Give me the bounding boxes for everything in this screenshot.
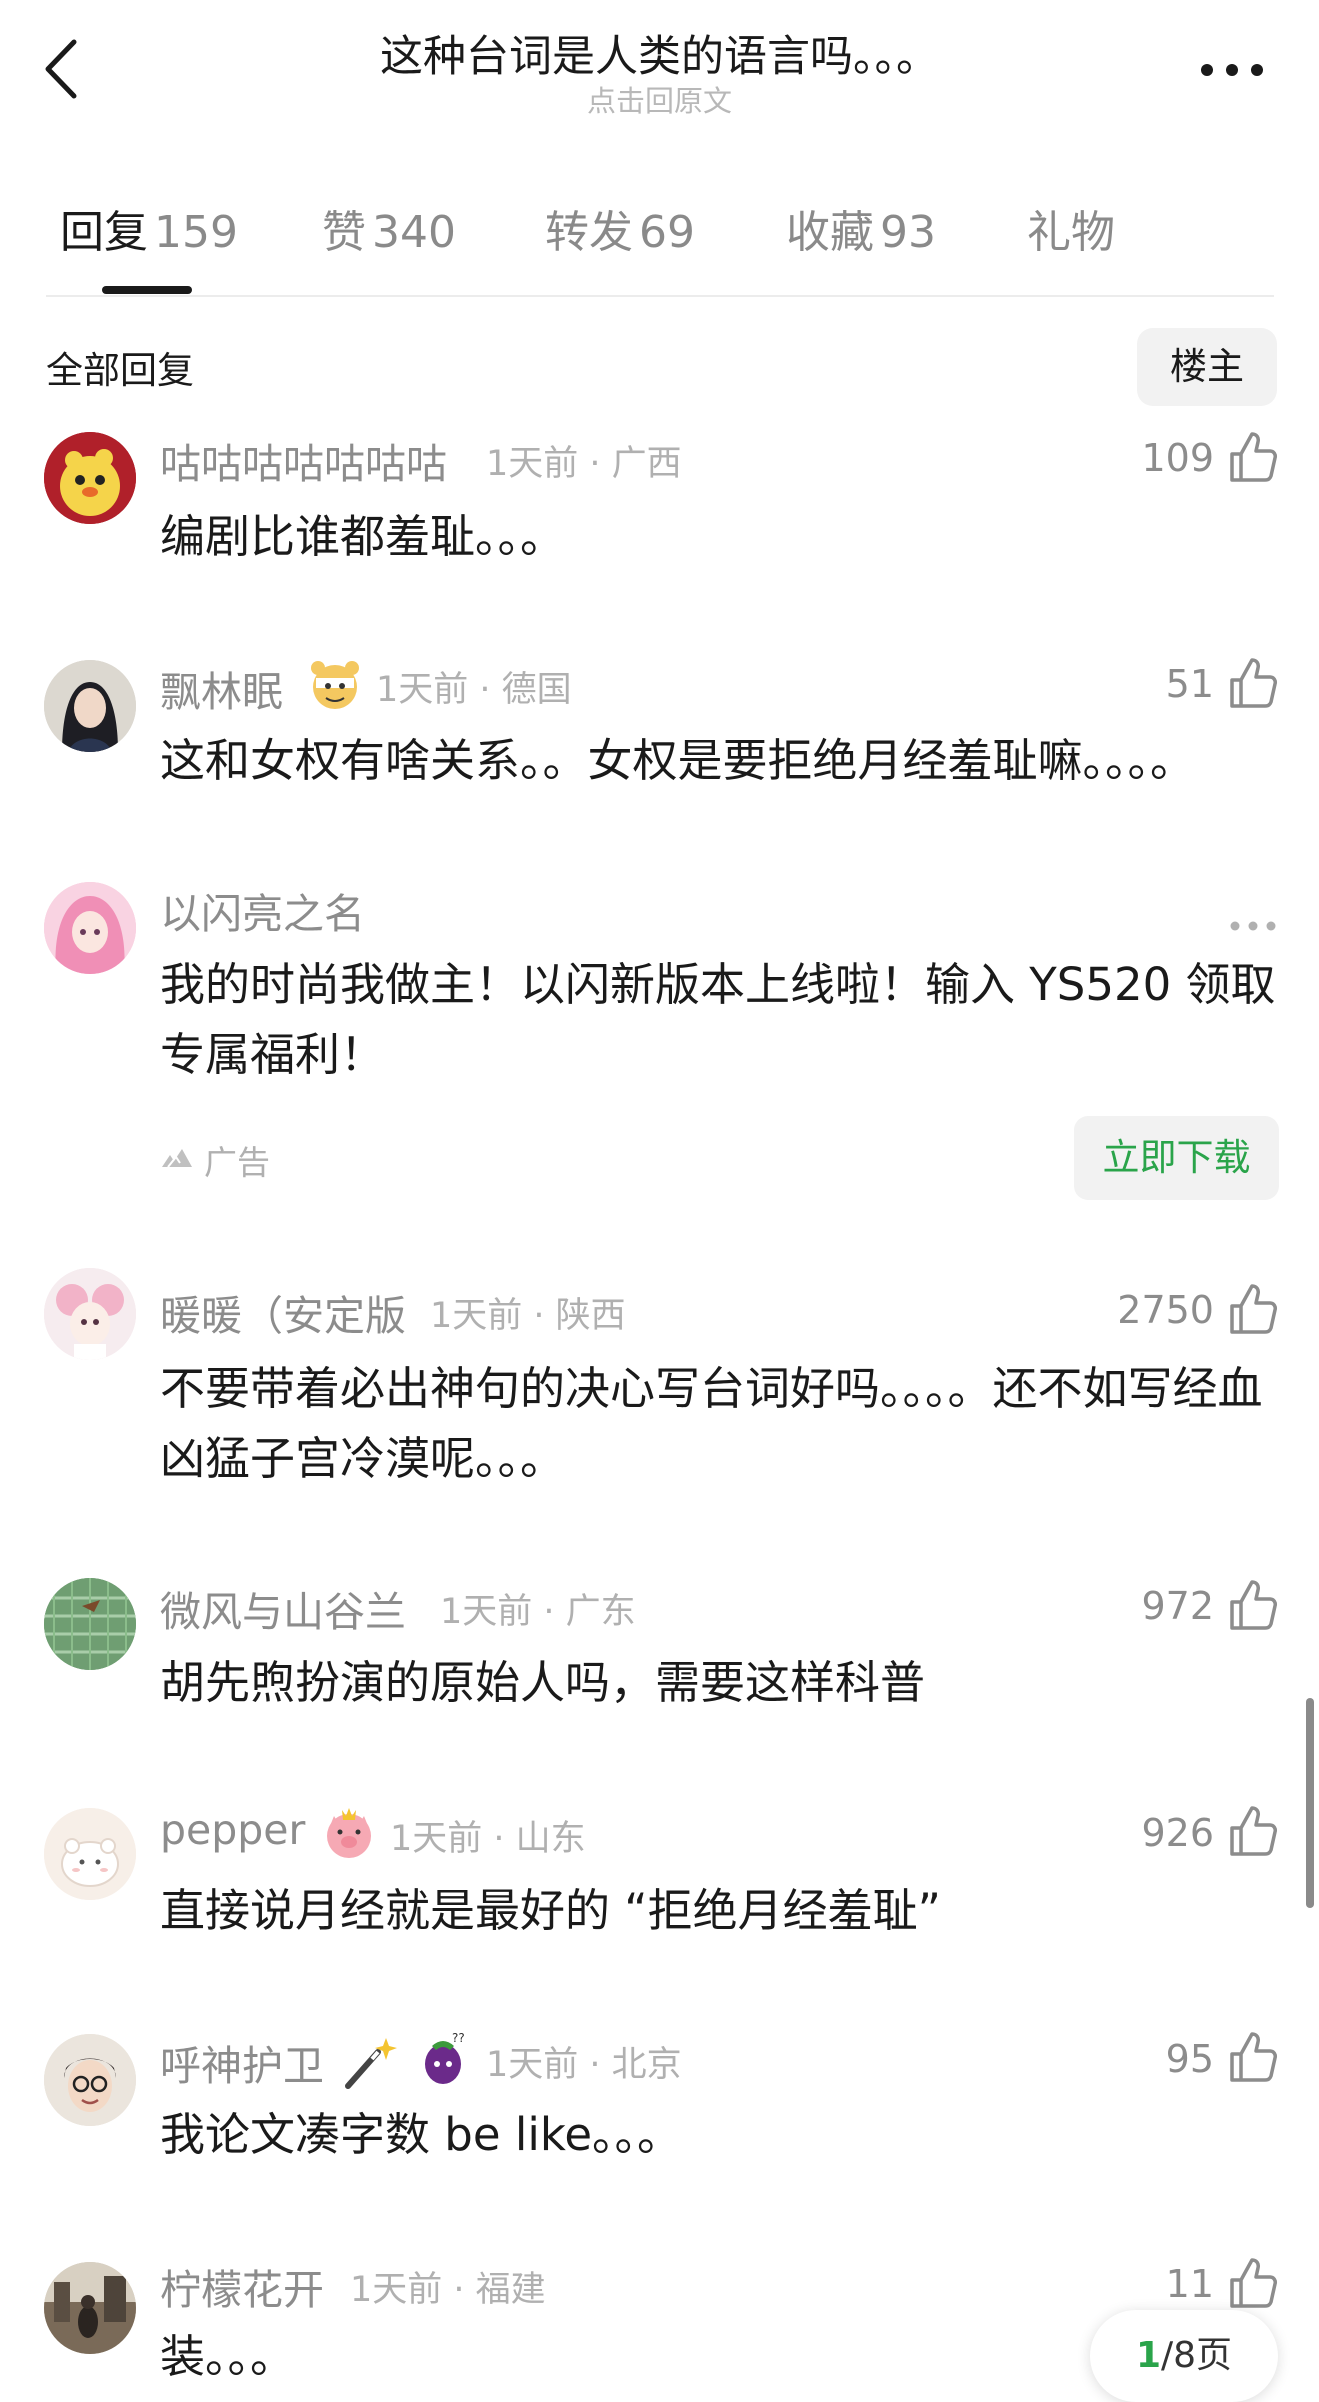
comment-text: 胡先煦扮演的原始人吗，需要这样科普 (160, 1656, 926, 1709)
current-page: 1 (1135, 2335, 1161, 2376)
thumbs-up-icon[interactable] (1228, 656, 1278, 710)
tab-count: 340 (372, 207, 456, 258)
comment-time-location: 1天前 · 福建 (350, 2270, 546, 2310)
tiger-badge-icon (306, 656, 364, 714)
thumbs-up-icon[interactable] (1228, 1804, 1278, 1858)
more-options-icon[interactable] (1198, 60, 1266, 80)
avatar[interactable] (44, 1578, 136, 1670)
comment-text: 编剧比谁都羞耻。。。 (160, 510, 566, 563)
comment-username[interactable]: 暖暖（安定版 (160, 1282, 406, 1342)
comment-text: 我论文凑字数 be like。。。 (160, 2108, 683, 2161)
ad-logo-icon (160, 1147, 194, 1169)
download-now-button[interactable]: 立即下载 (1074, 1116, 1279, 1200)
like-count: 972 (1141, 1584, 1214, 1628)
tab-label: 收藏 (786, 207, 874, 258)
tab-replies[interactable]: 回复 159 (60, 196, 238, 260)
tab-label: 礼物 (1027, 207, 1115, 258)
like-count: 95 (1165, 2037, 1214, 2081)
tab-count: 159 (154, 207, 238, 258)
all-replies-label: 全部回复 (46, 349, 194, 392)
eggplant-badge-icon: ?? (414, 2028, 472, 2086)
thumbs-up-icon[interactable] (1228, 1578, 1278, 1632)
avatar[interactable] (44, 2262, 136, 2354)
comment-time-location: 1天前 · 北京 (486, 2045, 682, 2085)
tab-divider (46, 295, 1274, 297)
avatar[interactable] (44, 2034, 136, 2126)
comment-text: 直接说月经就是最好的 “拒绝月经羞耻” (160, 1884, 941, 1937)
comment-time-location: 1天前 · 山东 (390, 1819, 586, 1859)
scrollbar[interactable] (1306, 1698, 1314, 1908)
active-tab-indicator (102, 286, 192, 294)
like-count: 11 (1165, 2262, 1214, 2306)
back-to-original-link[interactable]: 点击回原文 (0, 78, 1319, 120)
tab-favorites[interactable]: 收藏 93 (786, 196, 936, 260)
post-title[interactable]: 这种台词是人类的语言吗。。。 (0, 22, 1319, 84)
op-only-button[interactable]: 楼主 (1137, 328, 1277, 406)
ad-name[interactable]: 以闪亮之名 (160, 880, 365, 940)
thumbs-up-icon[interactable] (1228, 430, 1278, 484)
comment-text: 这和女权有啥关系。。女权是要拒绝月经羞耻嘛。。。。 (160, 734, 1196, 787)
ad-avatar[interactable] (44, 882, 136, 974)
page-indicator[interactable]: 1/8页 (1090, 2310, 1278, 2402)
comment-time-location: 1天前 · 德国 (376, 670, 572, 710)
total-pages: /8页 (1161, 2335, 1233, 2376)
svg-text:??: ?? (452, 2031, 465, 2045)
avatar[interactable] (44, 660, 136, 752)
ad-more-icon[interactable] (1228, 918, 1278, 934)
comment-username[interactable]: 微风与山谷兰 (160, 1578, 406, 1638)
tab-likes[interactable]: 赞 340 (322, 196, 456, 260)
comment-username[interactable]: 飘林眠 (160, 658, 283, 718)
like-count: 926 (1141, 1811, 1214, 1855)
ad-label: 广告 (204, 1143, 270, 1182)
tab-gifts[interactable]: 礼物 (1027, 196, 1115, 260)
comment-username[interactable]: pepper (160, 1806, 305, 1854)
tab-bar: 回复 159 赞 340 转发 69 收藏 93 礼物 (60, 196, 1280, 266)
tab-label: 回复 (60, 207, 148, 258)
comment-time-location: 1天前 · 广东 (440, 1592, 636, 1632)
comment-text: 不要带着必出神句的决心写台词好吗。。。。还不如写经血凶猛子宫冷漠呢。。。 (160, 1362, 1263, 1485)
avatar[interactable] (44, 432, 136, 524)
like-count: 2750 (1117, 1288, 1214, 1332)
ad-text: 我的时尚我做主！以闪新版本上线啦！输入 YS520 领取专属福利！ (160, 958, 1276, 1081)
comment-username[interactable]: 柠檬花开 (160, 2256, 324, 2316)
pig-badge-icon (320, 1804, 378, 1862)
tab-count: 93 (880, 207, 936, 258)
comment-time-location: 1天前 · 广西 (486, 444, 682, 484)
avatar[interactable] (44, 1808, 136, 1900)
like-count: 109 (1141, 436, 1214, 480)
magic-wand-icon (340, 2034, 398, 2092)
avatar[interactable] (44, 1268, 136, 1360)
thumbs-up-icon[interactable] (1228, 2256, 1278, 2310)
tab-reposts[interactable]: 转发 69 (545, 196, 695, 260)
comment-time-location: 1天前 · 陕西 (430, 1296, 626, 1336)
tab-label: 赞 (322, 207, 366, 258)
thumbs-up-icon[interactable] (1228, 1282, 1278, 1336)
like-count: 51 (1165, 662, 1214, 706)
comment-username[interactable]: 呼神护卫 (160, 2032, 324, 2092)
thumbs-up-icon[interactable] (1228, 2030, 1278, 2084)
comment-username[interactable]: 咕咕咕咕咕咕咕 (160, 430, 447, 490)
tab-count: 69 (639, 207, 695, 258)
tab-label: 转发 (545, 207, 633, 258)
